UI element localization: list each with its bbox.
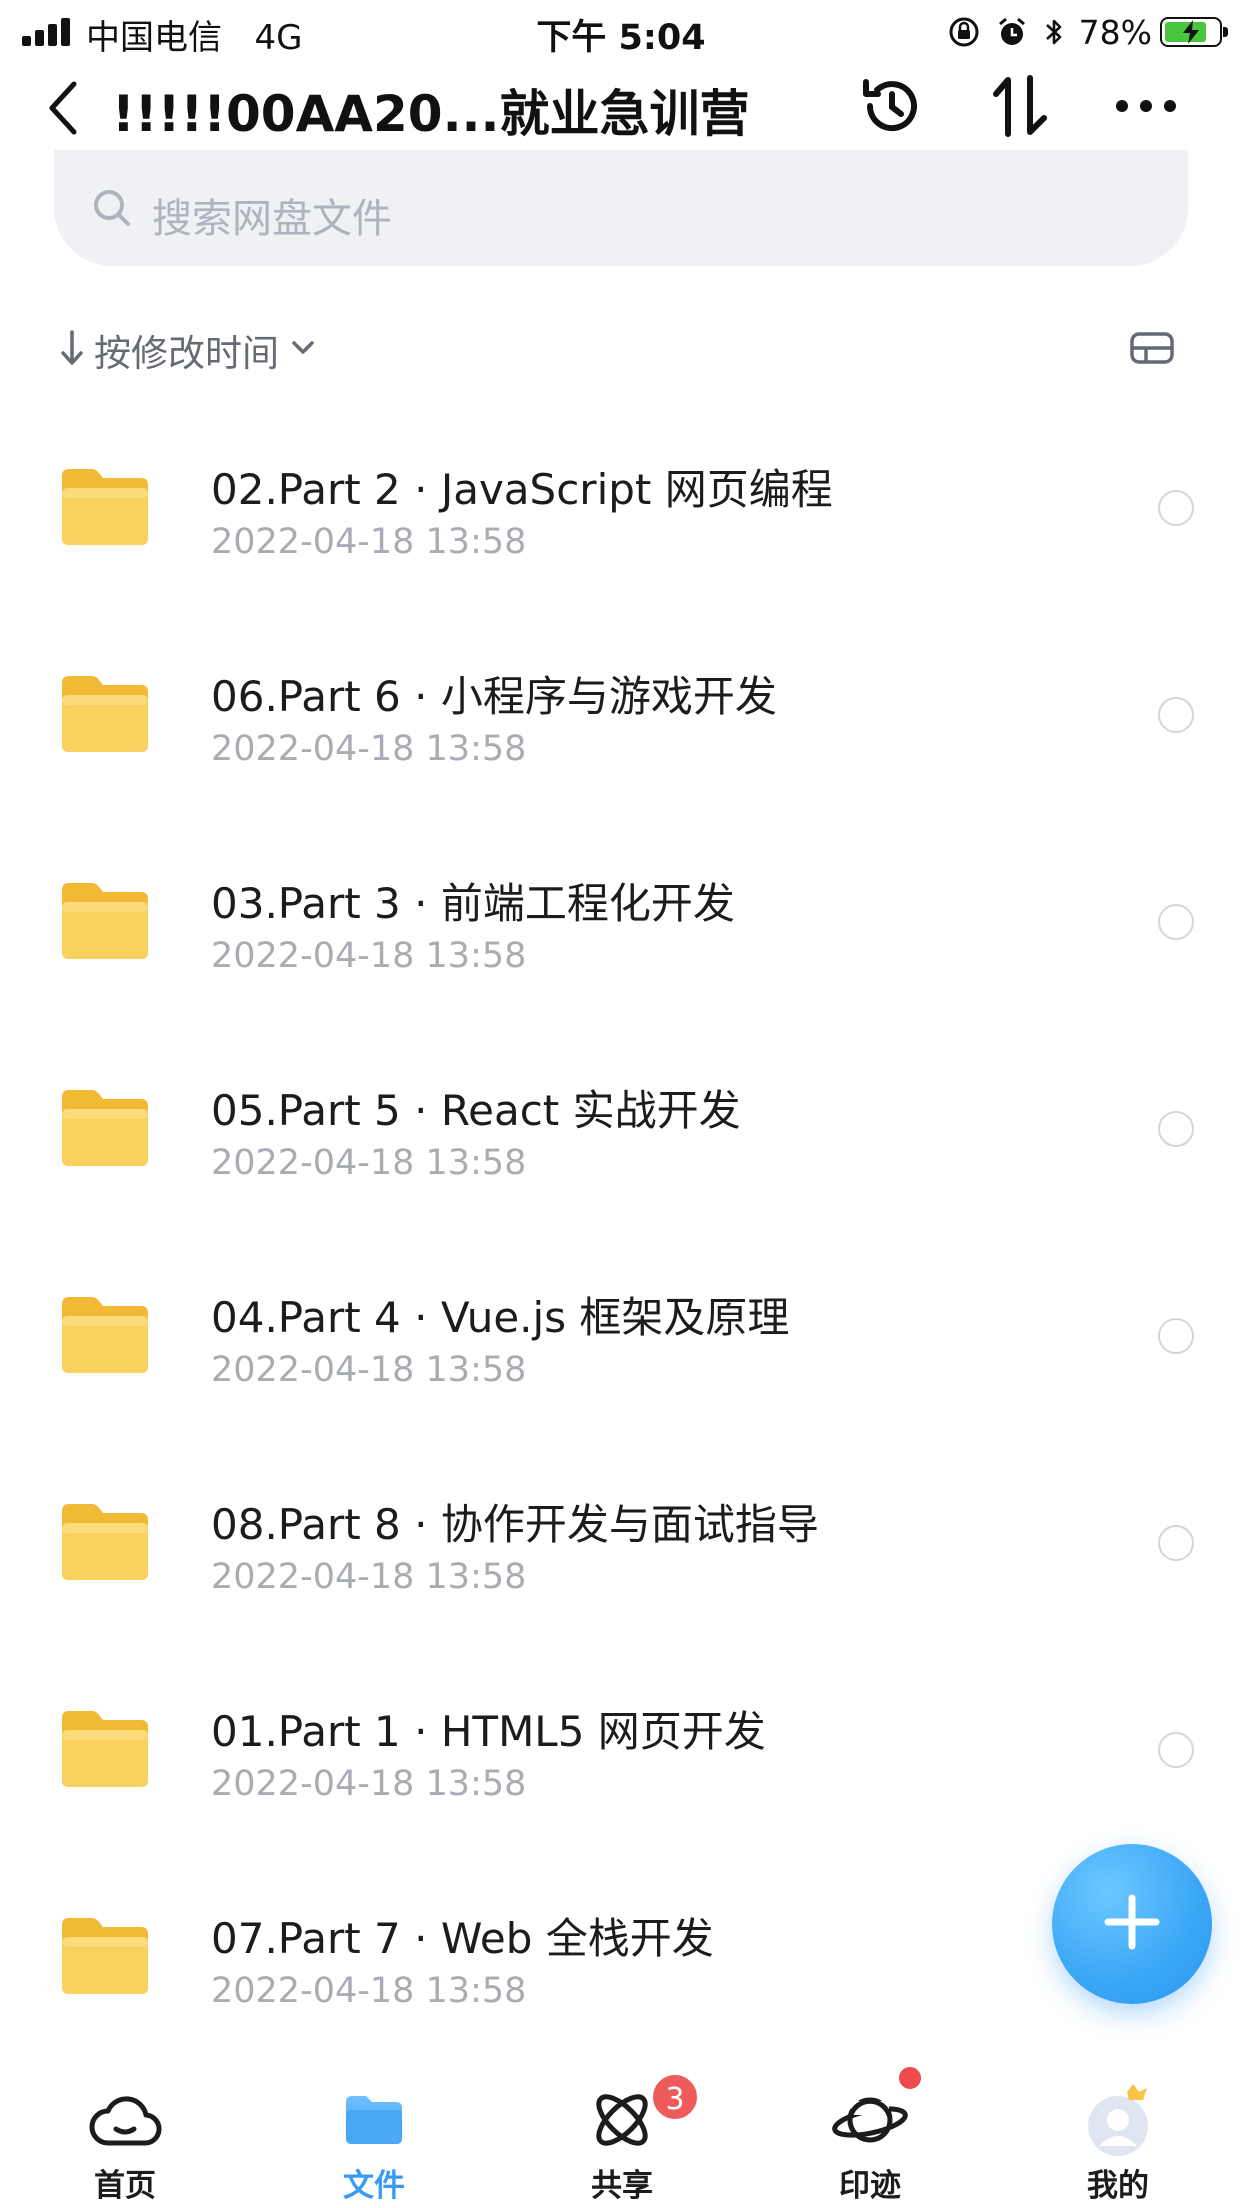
more-button[interactable] <box>1106 72 1186 144</box>
file-name: 01.Part 1 · HTML5 网页开发 <box>211 1707 766 1756</box>
folder-icon <box>58 1501 152 1583</box>
folder-icon <box>334 2080 414 2160</box>
tab-label: 我的 <box>1087 2168 1149 2204</box>
more-icon <box>1114 98 1178 118</box>
share-badge: 3 <box>650 2072 700 2122</box>
tab-share[interactable]: 3 共享 <box>498 2050 746 2208</box>
planet-icon <box>830 2080 910 2160</box>
select-checkbox[interactable] <box>1158 1111 1194 1147</box>
folder-icon <box>58 1087 152 1169</box>
tab-home[interactable]: 首页 <box>1 2050 249 2208</box>
tab-footprint[interactable]: 印迹 <box>746 2050 994 2208</box>
tab-label: 文件 <box>343 2168 405 2204</box>
file-name: 03.Part 3 · 前端工程化开发 <box>211 879 735 928</box>
file-name: 06.Part 6 · 小程序与游戏开发 <box>211 672 777 721</box>
arrow-down-icon <box>60 328 84 372</box>
grid-view-icon <box>1129 331 1175 369</box>
file-row[interactable]: 08.Part 8 · 协作开发与面试指导 2022-04-18 13:58 <box>0 1461 1242 1668</box>
file-date: 2022-04-18 13:58 <box>211 1971 527 2011</box>
file-name: 04.Part 4 · Vue.js 框架及原理 <box>211 1293 790 1342</box>
select-checkbox[interactable] <box>1158 1732 1194 1768</box>
back-button[interactable] <box>34 76 90 140</box>
file-row[interactable]: 05.Part 5 · React 实战开发 2022-04-18 13:58 <box>0 1047 1242 1254</box>
avatar-icon <box>1078 2080 1158 2160</box>
tab-bar: 首页 文件 3 共享 印迹 我的 <box>0 2050 1242 2208</box>
file-list: 02.Part 2 · JavaScript 网页编程 2022-04-18 13… <box>0 426 1242 2082</box>
battery-percent: 78% <box>1078 12 1152 52</box>
select-checkbox[interactable] <box>1158 1525 1194 1561</box>
status-icons: 78% <box>933 10 1228 54</box>
file-name: 05.Part 5 · React 实战开发 <box>211 1086 741 1135</box>
search-icon <box>90 186 134 234</box>
status-bar: 中国电信 4G 下午 5:04 78% <box>0 0 1242 64</box>
tab-files[interactable]: 文件 <box>250 2050 498 2208</box>
plus-icon <box>1100 1890 1164 1958</box>
file-date: 2022-04-18 13:58 <box>211 1557 527 1597</box>
select-checkbox[interactable] <box>1158 490 1194 526</box>
add-button[interactable] <box>1052 1844 1212 2004</box>
select-checkbox[interactable] <box>1158 904 1194 940</box>
sort-label: 按修改时间 <box>94 332 279 375</box>
folder-icon <box>58 1294 152 1376</box>
sort-swap-button[interactable] <box>980 72 1060 144</box>
file-date: 2022-04-18 13:58 <box>211 1764 527 1804</box>
page-title: !!!!!00AA20...就业急训营 <box>112 85 750 143</box>
sort-button[interactable]: 按修改时间 <box>60 318 315 382</box>
file-date: 2022-04-18 13:58 <box>211 936 527 976</box>
tab-label: 共享 <box>591 2168 653 2204</box>
folder-icon <box>58 673 152 755</box>
orientation-lock-icon <box>947 15 981 49</box>
file-row[interactable]: 01.Part 1 · HTML5 网页开发 2022-04-18 13:58 <box>0 1668 1242 1875</box>
chevron-down-icon <box>291 340 315 360</box>
battery-charging-icon <box>1160 17 1228 47</box>
nav-bar: !!!!!00AA20...就业急训营 <box>0 64 1242 150</box>
file-date: 2022-04-18 13:58 <box>211 1143 527 1183</box>
file-name: 02.Part 2 · JavaScript 网页编程 <box>211 465 833 514</box>
search-placeholder: 搜索网盘文件 <box>152 196 392 242</box>
bluetooth-icon <box>1043 15 1065 49</box>
sort-row: 按修改时间 <box>0 310 1242 390</box>
file-row[interactable]: 04.Part 4 · Vue.js 框架及原理 2022-04-18 13:58 <box>0 1254 1242 1461</box>
history-icon <box>858 72 926 144</box>
file-date: 2022-04-18 13:58 <box>211 729 527 769</box>
alarm-icon <box>995 15 1029 49</box>
select-checkbox[interactable] <box>1158 1318 1194 1354</box>
sort-swap-icon <box>988 72 1052 144</box>
folder-icon <box>58 1708 152 1790</box>
notification-dot <box>896 2064 924 2092</box>
file-date: 2022-04-18 13:58 <box>211 522 527 562</box>
folder-icon <box>58 880 152 962</box>
search-input[interactable]: 搜索网盘文件 <box>54 150 1188 266</box>
view-toggle-button[interactable] <box>1122 322 1182 378</box>
file-date: 2022-04-18 13:58 <box>211 1350 527 1390</box>
cloud-icon <box>85 2080 165 2160</box>
tab-label: 首页 <box>94 2168 156 2204</box>
tab-profile[interactable]: 我的 <box>994 2050 1242 2208</box>
folder-icon <box>58 466 152 548</box>
file-row[interactable]: 06.Part 6 · 小程序与游戏开发 2022-04-18 13:58 <box>0 633 1242 840</box>
file-row[interactable]: 02.Part 2 · JavaScript 网页编程 2022-04-18 13… <box>0 426 1242 633</box>
app-screen: 中国电信 4G 下午 5:04 78% 搜索网盘文件 !!!!!00AA20..… <box>0 0 1242 2208</box>
tab-label: 印迹 <box>839 2168 901 2204</box>
file-row[interactable]: 03.Part 3 · 前端工程化开发 2022-04-18 13:58 <box>0 840 1242 1047</box>
file-name: 08.Part 8 · 协作开发与面试指导 <box>211 1500 819 1549</box>
select-checkbox[interactable] <box>1158 697 1194 733</box>
history-button[interactable] <box>852 72 932 144</box>
file-name: 07.Part 7 · Web 全栈开发 <box>211 1914 714 1963</box>
folder-icon <box>58 1915 152 1997</box>
